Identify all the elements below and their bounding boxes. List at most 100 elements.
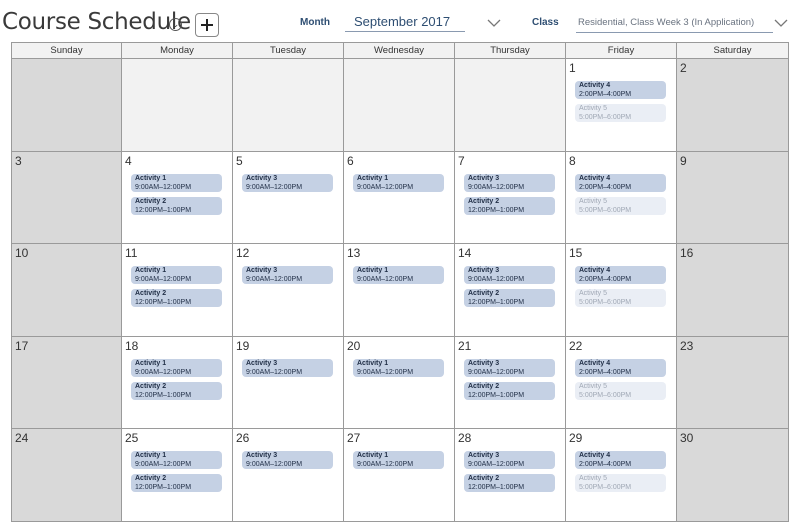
activity-event[interactable]: Activity 1 9:00AM–12:00PM: [353, 358, 444, 377]
activity-event[interactable]: Activity 1 9:00AM–12:00PM: [353, 266, 444, 284]
activity-event[interactable]: Activity 4 2:00PM–4:00PM: [575, 451, 666, 469]
activity-event[interactable]: Activity 1 9:00AM–12:00PM: [131, 451, 222, 469]
weekday-header-wednesday: Wednesday: [344, 42, 455, 59]
day-cell-23[interactable]: 23: [677, 336, 789, 429]
activity-event[interactable]: Activity 2 12:00PM–1:00PM: [464, 474, 555, 492]
day-cell-11[interactable]: 11 Activity 1 9:00AM–12:00PM Activity 2 12:0…: [122, 244, 233, 337]
day-cell-17[interactable]: 17: [11, 336, 122, 429]
activity-event[interactable]: Activity 2 12:00PM–1:00PM: [464, 381, 555, 400]
day-cell-10[interactable]: 10: [11, 244, 122, 337]
day-cell-4[interactable]: 4 Activity 1 9:00AM–12:00PM Activity 2 12:00…: [122, 151, 233, 244]
activity-event[interactable]: Activity 3 9:00AM–12:00PM: [464, 266, 555, 284]
plus-icon-v: [205, 19, 209, 31]
activity-event[interactable]: Activity 3 9:00AM–12:00PM: [242, 173, 333, 192]
day-cell-28[interactable]: 28 Activity 3 9:00AM–12:00PM Activity 2 12:0…: [455, 429, 566, 522]
activity-event[interactable]: Activity 2 12:00PM–1:00PM: [131, 196, 222, 215]
day-cell-8[interactable]: 8 Activity 4 2:00PM–4:00PM Activity 5 5:00PM…: [566, 151, 677, 244]
activity-time: 12:00PM–1:00PM: [135, 484, 192, 491]
day-cell-9[interactable]: 9: [677, 151, 789, 244]
activity-event[interactable]: Activity 5 5:00PM–6:00PM: [575, 196, 666, 215]
day-cell-empty[interactable]: [11, 59, 122, 152]
day-cell-1[interactable]: 1 Activity 4 2:00PM–4:00PM Activity 5 5:00PM…: [566, 59, 677, 152]
day-number: 10: [15, 246, 29, 260]
month-chevron-down-icon[interactable]: [487, 18, 501, 28]
day-cell-18[interactable]: 18 Activity 1 9:00AM–12:00PM Activity 2 12:0…: [122, 336, 233, 429]
class-select[interactable]: Residential, Class Week 3 (In Applicatio…: [576, 14, 773, 33]
activity-event[interactable]: Activity 4 2:00PM–4:00PM: [575, 81, 666, 99]
activity-event[interactable]: Activity 2 12:00PM–1:00PM: [131, 474, 222, 492]
activity-time: 12:00PM–1:00PM: [468, 484, 525, 491]
day-cell-30[interactable]: 30: [677, 429, 789, 522]
activity-time: 9:00AM–12:00PM: [357, 368, 414, 376]
month-select[interactable]: September 2017: [345, 12, 465, 32]
day-cell-empty[interactable]: [455, 59, 566, 152]
activity-event[interactable]: Activity 3 9:00AM–12:00PM: [464, 451, 555, 469]
day-number: 21: [458, 338, 472, 353]
activity-time: 5:00PM–6:00PM: [579, 391, 632, 399]
activity-event[interactable]: Activity 2 12:00PM–1:00PM: [464, 289, 555, 307]
activity-event[interactable]: Activity 5 5:00PM–6:00PM: [575, 381, 666, 400]
activity-event[interactable]: Activity 3 9:00AM–12:00PM: [242, 358, 333, 377]
activity-time: 9:00AM–12:00PM: [135, 276, 192, 283]
day-cell-25[interactable]: 25 Activity 1 9:00AM–12:00PM Activity 2 12:0…: [122, 429, 233, 522]
day-cell-12[interactable]: 12 Activity 3 9:00AM–12:00PM: [233, 244, 344, 337]
day-cell-29[interactable]: 29 Activity 4 2:00PM–4:00PM Activity 5 5:00P…: [566, 429, 677, 522]
day-cell-14[interactable]: 14 Activity 3 9:00AM–12:00PM Activity 2 12:0…: [455, 244, 566, 337]
activity-event[interactable]: Activity 4 2:00PM–4:00PM: [575, 266, 666, 284]
day-cell-5[interactable]: 5 Activity 3 9:00AM–12:00PM: [233, 151, 344, 244]
activity-event[interactable]: Activity 5 5:00PM–6:00PM: [575, 474, 666, 492]
activity-event[interactable]: Activity 1 9:00AM–12:00PM: [353, 173, 444, 192]
activity-name: Activity 3: [246, 174, 278, 182]
activity-event[interactable]: Activity 3 9:00AM–12:00PM: [242, 266, 333, 284]
add-button[interactable]: [195, 13, 219, 37]
activity-event[interactable]: Activity 3 9:00AM–12:00PM: [464, 358, 555, 377]
day-cell-empty[interactable]: [233, 59, 344, 152]
day-cell-13[interactable]: 13 Activity 1 9:00AM–12:00PM: [344, 244, 455, 337]
day-number: 14: [458, 246, 472, 260]
day-cell-7[interactable]: 7 Activity 3 9:00AM–12:00PM Activity 2 12:00…: [455, 151, 566, 244]
weekday-header-tuesday: Tuesday: [233, 42, 344, 59]
activity-time: 9:00AM–12:00PM: [246, 183, 303, 191]
class-chevron-down-icon[interactable]: [774, 18, 788, 28]
activity-name: Activity 3: [468, 267, 500, 274]
day-cell-2[interactable]: 2: [677, 59, 789, 152]
day-cell-6[interactable]: 6 Activity 1 9:00AM–12:00PM: [344, 151, 455, 244]
day-cell-19[interactable]: 19 Activity 3 9:00AM–12:00PM: [233, 336, 344, 429]
activity-event[interactable]: Activity 5 5:00PM–6:00PM: [575, 289, 666, 307]
activity-event[interactable]: Activity 1 9:00AM–12:00PM: [131, 266, 222, 284]
activity-event[interactable]: Activity 2 12:00PM–1:00PM: [464, 196, 555, 215]
activity-event[interactable]: Activity 3 9:00AM–12:00PM: [242, 451, 333, 469]
day-cell-empty[interactable]: [122, 59, 233, 152]
activity-event[interactable]: Activity 1 9:00AM–12:00PM: [131, 358, 222, 377]
day-cell-empty[interactable]: [344, 59, 455, 152]
day-number: 5: [236, 153, 243, 168]
day-cell-3[interactable]: 3: [11, 151, 122, 244]
activity-name: Activity 3: [246, 452, 278, 459]
day-number: 22: [569, 338, 583, 353]
activity-list: Activity 1 9:00AM–12:00PM Activity 2 12:00P…: [131, 266, 222, 312]
activity-event[interactable]: Activity 2 12:00PM–1:00PM: [131, 381, 222, 400]
activity-time: 5:00PM–6:00PM: [579, 484, 632, 491]
activity-event[interactable]: Activity 4 2:00PM–4:00PM: [575, 358, 666, 377]
day-number: 27: [347, 431, 361, 445]
activity-name: Activity 3: [468, 174, 500, 182]
activity-list: Activity 1 9:00AM–12:00PM: [353, 358, 444, 382]
activity-time: 12:00PM–1:00PM: [468, 299, 525, 306]
activity-event[interactable]: Activity 1 9:00AM–12:00PM: [353, 451, 444, 469]
day-number: 4: [125, 153, 132, 168]
activity-event[interactable]: Activity 5 5:00PM–6:00PM: [575, 104, 666, 122]
day-cell-20[interactable]: 20 Activity 1 9:00AM–12:00PM: [344, 336, 455, 429]
day-cell-21[interactable]: 21 Activity 3 9:00AM–12:00PM Activity 2 12:0…: [455, 336, 566, 429]
title-chevron-down-icon[interactable]: ⌄: [169, 18, 182, 31]
activity-event[interactable]: Activity 3 9:00AM–12:00PM: [464, 173, 555, 192]
day-cell-22[interactable]: 22 Activity 4 2:00PM–4:00PM Activity 5 5:00P…: [566, 336, 677, 429]
activity-name: Activity 2: [135, 197, 167, 205]
day-cell-27[interactable]: 27 Activity 1 9:00AM–12:00PM: [344, 429, 455, 522]
day-cell-16[interactable]: 16: [677, 244, 789, 337]
day-cell-26[interactable]: 26 Activity 3 9:00AM–12:00PM: [233, 429, 344, 522]
activity-event[interactable]: Activity 1 9:00AM–12:00PM: [131, 173, 222, 192]
day-cell-15[interactable]: 15 Activity 4 2:00PM–4:00PM Activity 5 5:00P…: [566, 244, 677, 337]
activity-event[interactable]: Activity 4 2:00PM–4:00PM: [575, 173, 666, 192]
activity-event[interactable]: Activity 2 12:00PM–1:00PM: [131, 289, 222, 307]
day-cell-24[interactable]: 24: [11, 429, 122, 522]
